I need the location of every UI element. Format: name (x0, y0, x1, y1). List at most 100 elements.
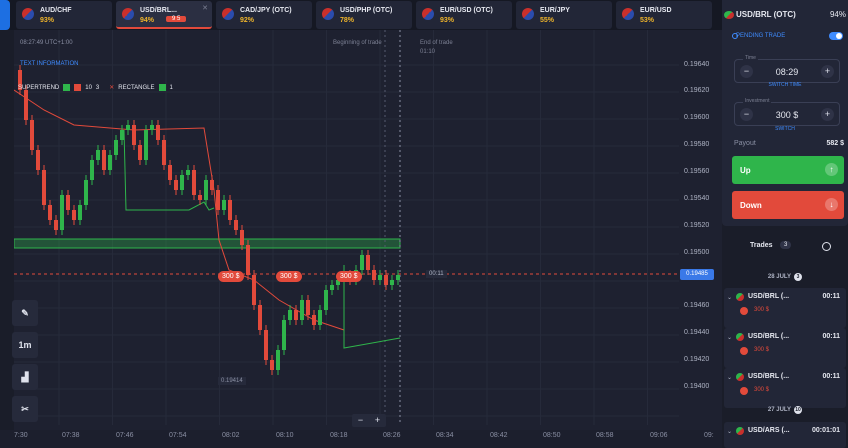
candle (390, 280, 394, 285)
switch-link[interactable]: SWITCH (722, 126, 848, 132)
asset-name[interactable]: USD/BRL (OTC) (736, 10, 796, 19)
flag-icon (522, 8, 534, 20)
asset-tab[interactable]: EUR/USD (OTC) 93% (416, 1, 512, 29)
pending-trade-toggle[interactable] (829, 32, 843, 40)
candle (138, 145, 142, 160)
trade-item[interactable]: ⌄ USD/ARS (... 00:01:01 (724, 422, 846, 448)
down-button[interactable]: Down ↓ (732, 191, 844, 219)
trades-header[interactable]: Trades 3 (722, 236, 848, 256)
candle (264, 330, 268, 360)
payout-label: Payout (734, 140, 756, 147)
tab-badge: 9 5 (166, 16, 187, 22)
candle (384, 275, 388, 285)
chevron-down-icon[interactable]: ⌄ (727, 374, 732, 381)
tools-icon[interactable]: ✂ (12, 396, 38, 422)
chart-type-icon[interactable]: ▟ (12, 364, 38, 390)
asset-tab[interactable]: USD/PHP (OTC) 78% (316, 1, 412, 29)
trade-item[interactable]: ⌄ USD/BRL (... 00:11 300 $ (724, 288, 846, 328)
supertrend-label[interactable]: SUPERTREND (18, 85, 59, 91)
flag-icon (22, 8, 34, 20)
asset-tab[interactable]: CAD/JPY (OTC) 92% (216, 1, 312, 29)
investment-plus-button[interactable]: + (821, 108, 834, 121)
candle (72, 210, 76, 220)
supertrend-up-color[interactable] (63, 84, 71, 91)
candle (180, 175, 184, 190)
end-of-trade-label: End of trade (420, 40, 453, 46)
chevron-down-icon[interactable]: ⌄ (727, 334, 732, 341)
current-price-tag: 0.19485 (680, 269, 714, 280)
time-field[interactable]: Time − 08:29 + (734, 55, 840, 83)
asset-tab[interactable]: EUR/USD 53% (616, 1, 712, 29)
pending-trade-label: PENDING TRADE (736, 33, 786, 39)
candle (318, 310, 322, 325)
supertrend-down-color[interactable] (74, 84, 82, 91)
rectangle-color[interactable] (158, 84, 166, 91)
candle (156, 125, 160, 140)
candle (246, 245, 250, 275)
x-tick-label: 08:18 (330, 432, 348, 439)
trade-item[interactable]: ⌄ USD/BRL (... 00:11 300 $ (724, 368, 846, 408)
date-label: 27 JULY (767, 407, 792, 413)
x-tick-label: 07:54 (169, 432, 187, 439)
candle (276, 350, 280, 370)
asset-tabs-bar: AUD/CHF 93% USD/BRL... 94% 9 5 ✕ CAD/JPY… (0, 0, 722, 30)
flag-icon (736, 293, 744, 301)
remove-indicator-icon[interactable]: ✕ (109, 84, 114, 91)
zoom-controls: − + (352, 414, 386, 427)
up-button[interactable]: Up ↑ (732, 156, 844, 184)
tab-payout: 93% (40, 17, 55, 24)
candle (30, 120, 34, 150)
candle (294, 310, 298, 320)
up-label: Up (740, 166, 751, 175)
zoom-in-icon[interactable]: + (375, 414, 380, 427)
tab-payout: 78% (340, 17, 355, 24)
candle (372, 270, 376, 280)
investment-field[interactable]: Investment − 300 $ + (734, 98, 840, 126)
candle (204, 180, 208, 200)
flag-icon (724, 11, 734, 19)
asset-tab-active[interactable]: USD/BRL... 94% 9 5 ✕ (116, 1, 212, 29)
rectangle-width: 1 (169, 84, 173, 91)
trade-marker[interactable]: 300 $ (218, 271, 244, 282)
candle (222, 200, 226, 210)
chevron-down-icon[interactable]: ⌄ (727, 294, 732, 301)
candle (300, 300, 304, 320)
candle (168, 165, 172, 180)
flag-icon (422, 8, 434, 20)
trade-asset: USD/BRL (... (748, 293, 790, 300)
flag-icon (322, 8, 334, 20)
candle (210, 180, 214, 190)
chevron-down-icon[interactable]: ⌄ (727, 428, 732, 435)
candle (66, 195, 70, 210)
tab-name: EUR/USD (OTC) (440, 7, 493, 14)
timeframe-button[interactable]: 1m (12, 332, 38, 358)
y-tick-label: 0.19420 (684, 356, 710, 363)
close-icon[interactable]: ✕ (202, 4, 208, 12)
candle (396, 275, 400, 280)
flag-icon (122, 8, 134, 20)
trade-item[interactable]: ⌄ USD/BRL (... 00:11 300 $ (724, 328, 846, 368)
draw-pencil-icon[interactable]: ✎ (12, 300, 38, 326)
trade-marker[interactable]: 300 $ (276, 271, 302, 282)
y-tick-label: 0.19560 (684, 168, 710, 175)
time-plus-button[interactable]: + (821, 65, 834, 78)
x-tick-label: 7:30 (14, 432, 28, 439)
trade-asset: USD/BRL (... (748, 373, 790, 380)
candle (60, 195, 64, 230)
switch-time-link[interactable]: SWITCH TIME (722, 82, 848, 88)
candle (240, 230, 244, 245)
history-clock-icon[interactable] (822, 242, 831, 251)
trades-count: 3 (780, 241, 792, 249)
text-information-link[interactable]: TEXT INFORMATION (20, 61, 78, 67)
flag-icon (736, 373, 744, 381)
candle (186, 170, 190, 175)
menu-toggle[interactable] (0, 0, 10, 30)
asset-tab[interactable]: AUD/CHF 93% (16, 1, 112, 29)
rectangle-label[interactable]: RECTANGLE (118, 85, 154, 91)
trade-marker[interactable]: 300 $ (336, 271, 362, 282)
date-count: 3 (794, 273, 803, 281)
asset-tab[interactable]: EUR/JPY 55% (516, 1, 612, 29)
zoom-out-icon[interactable]: − (358, 414, 363, 427)
candle (24, 90, 28, 120)
candle (102, 150, 106, 170)
